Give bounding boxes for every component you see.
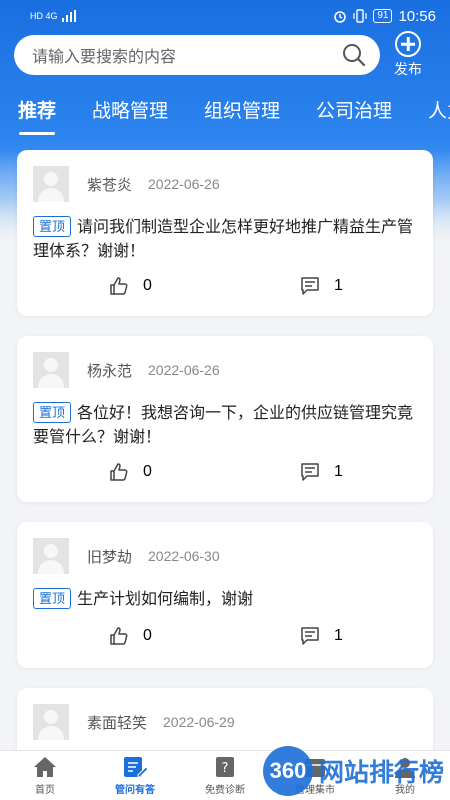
pinned-badge: 置顶 (33, 216, 72, 237)
pinned-badge: 置顶 (33, 402, 72, 423)
post-date: 2022-06-30 (148, 548, 220, 564)
tab-hr[interactable]: 人力 (428, 96, 450, 123)
alarm-icon (334, 11, 347, 23)
search-icon[interactable] (342, 43, 366, 67)
tab-governance[interactable]: 公司治理 (316, 96, 392, 123)
post-card[interactable]: 杨永范 2022-06-26 置顶 各位好！我想咨询一下，企业的供应链管理究竟要管… (17, 336, 433, 502)
tabbar-label: 首页 (35, 785, 55, 796)
watermark: 360 网站排行榜 (262, 746, 444, 796)
watermark-text: 网站排行榜 (318, 759, 444, 787)
tabbar-diagnosis[interactable]: ? 免费诊断 (190, 755, 260, 796)
post-text: 生产计划如何编制，谢谢 (77, 591, 254, 608)
avatar[interactable] (33, 704, 69, 740)
like-button[interactable]: 0 (109, 626, 152, 646)
post-date: 2022-06-29 (163, 714, 235, 730)
search-placeholder: 请输入要搜索的内容 (32, 49, 177, 66)
post-content[interactable]: 置顶 生产计划如何编制，谢谢 (33, 588, 417, 612)
tab-recommended[interactable]: 推荐 (18, 96, 56, 123)
tab-strategy[interactable]: 战略管理 (92, 96, 168, 123)
comment-count: 1 (334, 277, 343, 294)
thumbs-up-icon (110, 627, 128, 645)
network-label: HD 4G (30, 11, 58, 21)
plus-icon (395, 31, 421, 57)
category-tabs: 推荐 战略管理 组织管理 公司治理 人力 (18, 96, 450, 123)
qa-edit-icon (124, 757, 148, 778)
question-doc-icon: ? (216, 757, 234, 777)
svg-text:?: ? (222, 761, 229, 776)
like-count: 0 (143, 463, 152, 480)
post-author[interactable]: 旧梦劫 (87, 546, 132, 567)
like-count: 0 (143, 277, 152, 294)
search-input[interactable]: 请输入要搜索的内容 (14, 35, 380, 75)
comment-icon (301, 463, 319, 481)
avatar[interactable] (33, 538, 69, 574)
tab-organization[interactable]: 组织管理 (204, 96, 280, 123)
avatar[interactable] (33, 166, 69, 202)
clock: 10:56 (398, 7, 436, 25)
thumbs-up-icon (110, 463, 128, 481)
post-content[interactable]: 置顶 各位好！我想咨询一下，企业的供应链管理究竟要管什么？谢谢！ (33, 402, 417, 450)
post-text: 各位好！我想咨询一下，企业的供应链管理究竟要管什么？谢谢！ (33, 405, 414, 446)
comment-count: 1 (334, 627, 343, 644)
avatar[interactable] (33, 352, 69, 388)
vibrate-icon (353, 9, 367, 23)
watermark-logo: 360 (262, 746, 313, 796)
post-author[interactable]: 紫苍炎 (87, 174, 132, 195)
network-indicator: HD 4G (30, 10, 76, 22)
tabbar-home[interactable]: 首页 (10, 755, 80, 796)
comment-icon (301, 627, 319, 645)
battery-indicator: 91 (373, 9, 393, 23)
post-date: 2022-06-26 (148, 362, 220, 378)
comment-button[interactable]: 1 (300, 462, 343, 482)
status-bar: HD 4G 91 10:56 (0, 0, 450, 32)
home-icon (34, 757, 56, 777)
comment-button[interactable]: 1 (300, 276, 343, 296)
post-card[interactable]: 紫苍炎 2022-06-26 置顶 请问我们制造型企业怎样更好地推广精益生产管理体… (17, 150, 433, 316)
signal-icon (61, 10, 76, 22)
comment-icon (301, 277, 319, 295)
comment-count: 1 (334, 463, 343, 480)
like-count: 0 (143, 627, 152, 644)
pinned-badge: 置顶 (33, 588, 72, 609)
like-button[interactable]: 0 (109, 276, 152, 296)
post-author[interactable]: 素面轻笑 (87, 712, 147, 733)
publish-label: 发布 (394, 61, 422, 77)
post-card[interactable]: 旧梦劫 2022-06-30 置顶 生产计划如何编制，谢谢 0 1 (17, 522, 433, 668)
post-text: 请问我们制造型企业怎样更好地推广精益生产管理体系？谢谢！ (33, 219, 414, 260)
comment-button[interactable]: 1 (300, 626, 343, 646)
like-button[interactable]: 0 (109, 462, 152, 482)
post-content[interactable]: 置顶 请问我们制造型企业怎样更好地推广精益生产管理体系？谢谢！ (33, 216, 417, 264)
tabbar-qa[interactable]: 管问有答 (100, 755, 170, 796)
post-author[interactable]: 杨永范 (87, 360, 132, 381)
tabbar-label: 管问有答 (115, 785, 155, 796)
thumbs-up-icon (110, 277, 128, 295)
tabbar-label: 免费诊断 (205, 785, 245, 796)
publish-button[interactable]: 发布 (394, 31, 422, 79)
post-date: 2022-06-26 (148, 176, 220, 192)
